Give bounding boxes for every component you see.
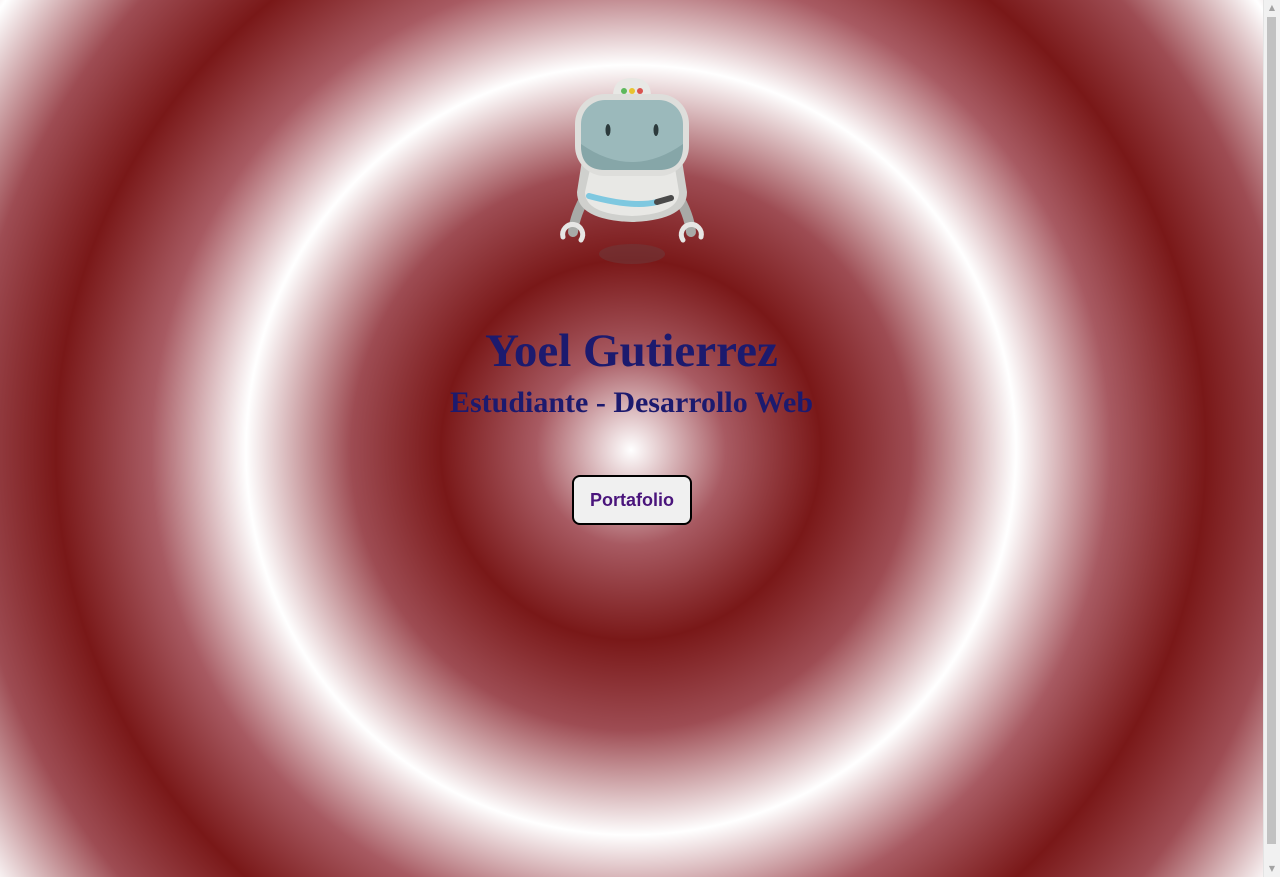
- portfolio-button[interactable]: Portafolio: [572, 475, 692, 525]
- scroll-up-arrow-icon[interactable]: ▲: [1264, 0, 1280, 16]
- scroll-down-arrow-icon[interactable]: ▼: [1264, 861, 1280, 877]
- profile-subtitle: Estudiante - Desarrollo Web: [449, 386, 814, 419]
- vertical-scrollbar[interactable]: ▲ ▼: [1263, 0, 1280, 877]
- page-background: Yoel Gutierrez Estudiante - Desarrollo W…: [0, 0, 1263, 877]
- scrollbar-thumb[interactable]: [1267, 17, 1276, 844]
- robot-astronaut-icon: [560, 78, 704, 264]
- profile-name: Yoel Gutierrez: [485, 325, 778, 377]
